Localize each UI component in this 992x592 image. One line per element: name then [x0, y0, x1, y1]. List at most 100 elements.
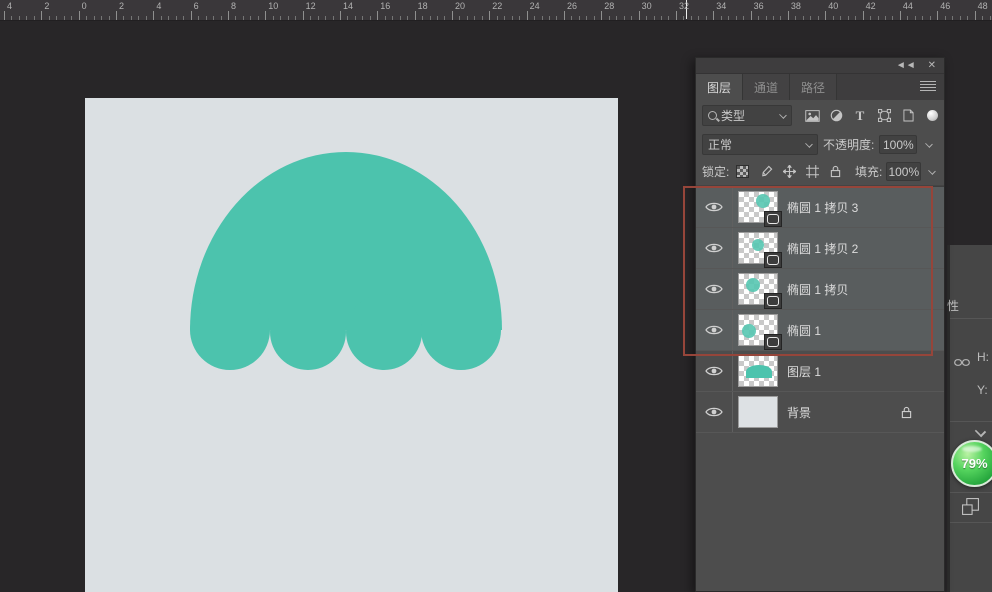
ruler-minor-tick — [930, 16, 931, 20]
ruler-minor-tick — [370, 16, 371, 20]
ruler-minor-tick — [318, 16, 319, 20]
divider — [950, 318, 992, 319]
layer-visibility-toggle[interactable] — [696, 228, 733, 268]
ruler-minor-tick — [945, 16, 946, 20]
progress-badge[interactable]: 79% — [951, 440, 992, 487]
shape-layer-badge — [764, 334, 782, 350]
collapse-panel-icon[interactable]: ◄◄ — [896, 61, 916, 71]
fill-label: 填充: — [855, 163, 882, 180]
ruler-minor-tick — [235, 16, 236, 20]
ruler-tick-label: 0 — [82, 2, 87, 11]
layer-visibility-toggle[interactable] — [696, 392, 733, 432]
ruler-major-tick — [191, 11, 192, 20]
ruler-minor-tick — [26, 16, 27, 20]
panel-menu-icon[interactable] — [920, 81, 936, 93]
link-icon[interactable] — [954, 354, 970, 372]
layer-thumbnail[interactable] — [738, 355, 778, 387]
opacity-dropdown-button[interactable] — [922, 135, 936, 154]
layer-thumbnail[interactable] — [738, 191, 778, 223]
duplicate-icon[interactable] — [961, 497, 980, 521]
lock-row: 锁定: 填充: 100% — [696, 158, 944, 186]
close-panel-icon[interactable]: ✕ — [928, 61, 936, 71]
lock-transparent-pixels-icon[interactable] — [733, 162, 752, 182]
ruler-minor-tick — [982, 16, 983, 20]
blend-mode-select[interactable]: 正常 — [702, 134, 818, 155]
ruler-minor-tick — [273, 16, 274, 20]
ruler-tick-label: 32 — [679, 2, 689, 11]
ruler-minor-tick — [668, 16, 669, 20]
layer-row[interactable]: 图层 1 — [696, 351, 944, 392]
fill-dropdown-button[interactable] — [925, 162, 938, 181]
lock-artboard-icon[interactable] — [803, 162, 822, 182]
shape-layer-filter-icon[interactable] — [872, 105, 896, 127]
ruler-tick-label: 6 — [194, 2, 199, 11]
layer-visibility-toggle[interactable] — [696, 351, 733, 391]
panel-tab-inactive[interactable]: 通道 — [743, 74, 790, 100]
ruler-minor-tick — [213, 16, 214, 20]
layer-locked-indicator — [901, 406, 912, 419]
ruler-tick-label: 44 — [903, 2, 913, 11]
ruler-minor-tick — [878, 16, 879, 20]
lock-all-icon[interactable] — [826, 162, 845, 182]
chevron-down-icon[interactable] — [975, 426, 986, 437]
layer-row[interactable]: 椭圆 1 拷贝 2 — [696, 228, 944, 269]
type-layer-filter-icon[interactable]: T — [848, 105, 872, 127]
ruler-major-tick — [4, 11, 5, 20]
layer-row[interactable]: 椭圆 1 拷贝 — [696, 269, 944, 310]
smart-object-filter-icon[interactable] — [896, 105, 920, 127]
ruler-minor-tick — [422, 16, 423, 20]
shape-layer-badge — [764, 252, 782, 268]
horizontal-ruler: 4202468101214161820222426283032343638404… — [0, 0, 992, 21]
ruler-minor-tick — [549, 16, 550, 20]
opacity-value[interactable]: 100% — [879, 135, 917, 154]
ruler-minor-tick — [952, 16, 953, 20]
pixel-layer-filter-icon[interactable] — [800, 105, 824, 127]
document-canvas[interactable] — [85, 98, 618, 592]
layer-name: 椭圆 1 拷贝 — [787, 281, 848, 298]
layer-name: 图层 1 — [787, 363, 821, 380]
layer-visibility-toggle[interactable] — [696, 269, 733, 309]
layer-row[interactable]: 背景 — [696, 392, 944, 433]
fill-value[interactable]: 100% — [886, 162, 921, 181]
ruler-major-tick — [863, 11, 864, 20]
ruler-minor-tick — [721, 16, 722, 20]
layer-thumbnail[interactable] — [738, 273, 778, 305]
ruler-major-tick — [751, 11, 752, 20]
ruler-minor-tick — [280, 16, 281, 20]
lock-image-pixels-icon[interactable] — [756, 162, 775, 182]
ruler-minor-tick — [94, 16, 95, 20]
ruler-minor-tick — [347, 16, 348, 20]
ruler-minor-tick — [288, 16, 289, 20]
lock-position-icon[interactable] — [780, 162, 799, 182]
layer-thumbnail[interactable] — [738, 232, 778, 264]
ruler-major-tick — [415, 11, 416, 20]
ruler-minor-tick — [833, 16, 834, 20]
photoshop-workspace: 4202468101214161820222426283032343638404… — [0, 0, 992, 592]
ruler-major-tick — [377, 11, 378, 20]
layer-name: 背景 — [787, 404, 811, 421]
ruler-minor-tick — [250, 16, 251, 20]
adjustment-layer-filter-icon[interactable] — [824, 105, 848, 127]
opacity-label: 不透明度: — [823, 136, 874, 153]
panel-tab-active[interactable]: 图层 — [696, 74, 743, 100]
ruler-minor-tick — [654, 16, 655, 20]
layer-thumbnail[interactable] — [738, 314, 778, 346]
layer-row[interactable]: 椭圆 1 — [696, 310, 944, 351]
layer-visibility-toggle[interactable] — [696, 310, 733, 350]
ruler-major-tick — [489, 11, 490, 20]
ruler-minor-tick — [221, 16, 222, 20]
layer-thumbnail[interactable] — [738, 396, 778, 428]
filter-type-select[interactable]: 类型 — [702, 105, 792, 126]
ruler-minor-tick — [631, 16, 632, 20]
layer-visibility-toggle[interactable] — [696, 187, 733, 227]
filter-toggle-icon[interactable] — [927, 110, 938, 121]
panel-tab-inactive[interactable]: 路径 — [790, 74, 837, 100]
ruler-minor-tick — [206, 16, 207, 20]
properties-panel-strip: 性 H: Y: 79% — [947, 245, 992, 592]
ruler-minor-tick — [430, 16, 431, 20]
ruler-minor-tick — [11, 16, 12, 20]
ruler-major-tick — [527, 11, 528, 20]
layer-row[interactable]: 椭圆 1 拷贝 3 — [696, 187, 944, 228]
ruler-minor-tick — [497, 16, 498, 20]
ruler-tick-label: 20 — [455, 2, 465, 11]
